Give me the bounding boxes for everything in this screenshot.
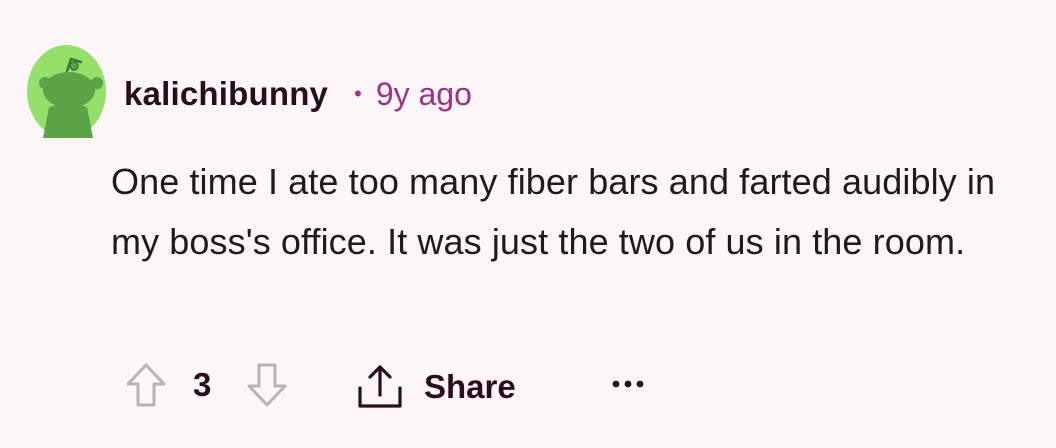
share-icon	[358, 365, 402, 408]
share-label: Share	[424, 368, 516, 405]
comment-action-bar: 3 Share	[0, 360, 1056, 416]
upvote-icon[interactable]	[124, 362, 168, 408]
vote-score: 3	[193, 366, 212, 403]
downvote-icon[interactable]	[245, 362, 289, 408]
comment-header: kalichibunny • 9y ago	[124, 72, 472, 116]
ellipsis-icon[interactable]	[610, 374, 646, 394]
username[interactable]: kalichibunny	[124, 75, 328, 113]
comment: kalichibunny • 9y ago One time I ate too…	[0, 0, 1056, 448]
avatar[interactable]	[27, 45, 106, 138]
separator-dot: •	[354, 81, 362, 106]
comment-body: One time I ate too many fiber bars and f…	[111, 161, 996, 262]
timestamp[interactable]: 9y ago	[376, 76, 472, 113]
share-button[interactable]: Share	[354, 360, 516, 414]
